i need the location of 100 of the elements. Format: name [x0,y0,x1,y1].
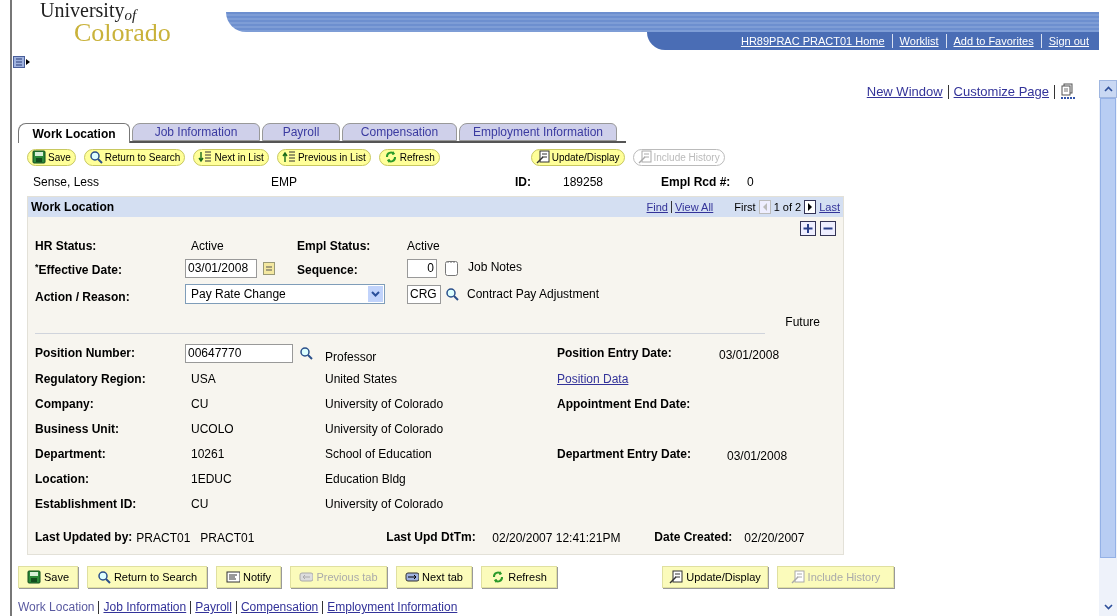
notes-icon[interactable] [445,260,458,276]
down-arrow-list-icon [198,150,213,165]
field-value: 189258 [563,175,604,190]
tab[interactable]: Employment Information [459,123,617,142]
field-description: Education Bldg [325,470,406,488]
toolbar-button[interactable]: Return to Search [83,148,186,166]
toolbar-button[interactable]: Next in List [193,148,269,166]
field-label: Department: [35,445,106,463]
tab[interactable]: Work Location [18,123,130,144]
scroll-down-icon[interactable] [1103,604,1113,610]
edit-document-icon [637,150,652,165]
field-description: University of Colorado [325,420,444,438]
nav-link[interactable]: HR89PRAC PRACT01 Home [740,32,885,50]
field-description: United States [325,370,398,388]
field-value: USA [191,370,216,388]
page-link[interactable]: Job Information [103,598,187,616]
field-value: 03/01/2008 [719,347,780,364]
calendar-icon[interactable] [263,261,275,275]
reason-description: Contract Pay Adjustment [467,286,600,303]
bottom-button[interactable]: Return to Search [87,566,207,588]
toolbar-button[interactable]: Previous in List [276,148,371,166]
position-data-link[interactable]: Position Data [557,369,629,388]
find-link[interactable]: Find [646,198,668,216]
page-link[interactable]: Customize Page [953,81,1049,102]
date-field[interactable]: 03/01/2008 [185,258,257,278]
right-arrow-icon [405,570,419,584]
field-description: Professor [325,349,377,366]
toolbar-button[interactable]: Save [27,148,76,166]
caret-icon [368,286,383,302]
scrollbar[interactable] [1099,80,1117,616]
view-all-link[interactable]: View All [674,198,714,216]
edit-document-icon [790,570,805,584]
tab[interactable]: Job Information [132,123,260,142]
page-link[interactable]: Employment Information [327,598,458,616]
field-label: HR Status: [35,238,97,255]
first-label: First [734,199,756,215]
refresh-icon [383,150,398,165]
bottom-button[interactable]: Notify [216,566,281,588]
field-description: University of Colorado [325,395,444,413]
field-label: Establishment ID: [35,495,137,513]
field-value: PRACT01 [200,530,255,547]
bottom-button[interactable]: Next tab [396,566,472,588]
position-field[interactable]: 00647770 [185,343,293,363]
menu-toggle-icon[interactable] [13,56,30,68]
search-icon[interactable] [299,346,313,360]
field-label: Location: [35,470,89,488]
save-icon [26,570,41,584]
field-description: School of Education [325,445,432,463]
field-label: Empl Status: [297,238,371,255]
logo-text: of [124,8,137,23]
reason-code-field[interactable]: CRG [407,284,441,304]
logo-text: University [40,0,125,20]
action-dropdown[interactable]: Pay Rate Change [185,284,385,304]
nav-link[interactable]: Sign out [1048,32,1089,50]
field-label: Position Entry Date: [557,345,672,362]
field-label: Action / Reason: [35,289,130,306]
nav-link[interactable]: Worklist [899,32,939,50]
http-link-icon[interactable] [1060,82,1076,101]
job-notes-label: Job Notes [468,258,523,276]
field-value: 10261 [191,445,225,463]
scroll-up-icon[interactable] [1103,86,1113,92]
field-value: UCOLO [191,420,234,438]
bottom-button[interactable]: Save [18,566,78,588]
bottom-button[interactable]: Refresh [481,566,557,588]
field-description: University of Colorado [325,495,444,513]
field-label: Sequence: [297,262,358,279]
field-value: Active [191,238,224,255]
group-title: Work Location [31,199,115,216]
field-label: ID: [515,175,531,190]
employee-name: Sense, Less [33,175,100,190]
search-icon [88,150,103,165]
left-arrow-icon [299,570,314,584]
tab[interactable]: Compensation [342,123,457,142]
page-link[interactable]: New Window [866,81,943,102]
field-label: Last Updated by: [35,529,133,546]
toolbar-button[interactable]: Refresh [378,148,440,166]
tab[interactable]: Payroll [262,123,340,142]
field-label: Company: [35,395,94,413]
last-link[interactable]: Last [819,198,840,216]
save-icon [32,150,46,165]
sequence-field[interactable]: 0 [407,258,437,278]
page-link[interactable]: Compensation [240,598,319,616]
field-value: CU [191,395,209,413]
field-label: Empl Rcd #: [661,175,731,190]
page-link[interactable]: Work Location [18,598,95,616]
page-link[interactable]: Payroll [195,598,232,616]
field-label: Regulatory Region: [35,370,146,388]
employee-type: EMP [271,175,297,190]
field-label: Business Unit: [35,420,119,438]
toolbar-button[interactable]: Update/Display [530,148,625,166]
delete-row-icon[interactable] [820,221,836,236]
field-label: Appointment End Date: [557,395,691,413]
field-value: 0 [747,175,754,190]
bottom-button[interactable]: Update/Display [662,566,768,588]
refresh-icon [491,570,506,584]
add-row-icon[interactable] [800,221,816,236]
search-icon [96,570,111,584]
search-icon[interactable] [445,287,459,301]
nav-link[interactable]: Add to Favorites [953,32,1034,50]
field-value: 1EDUC [191,470,232,488]
